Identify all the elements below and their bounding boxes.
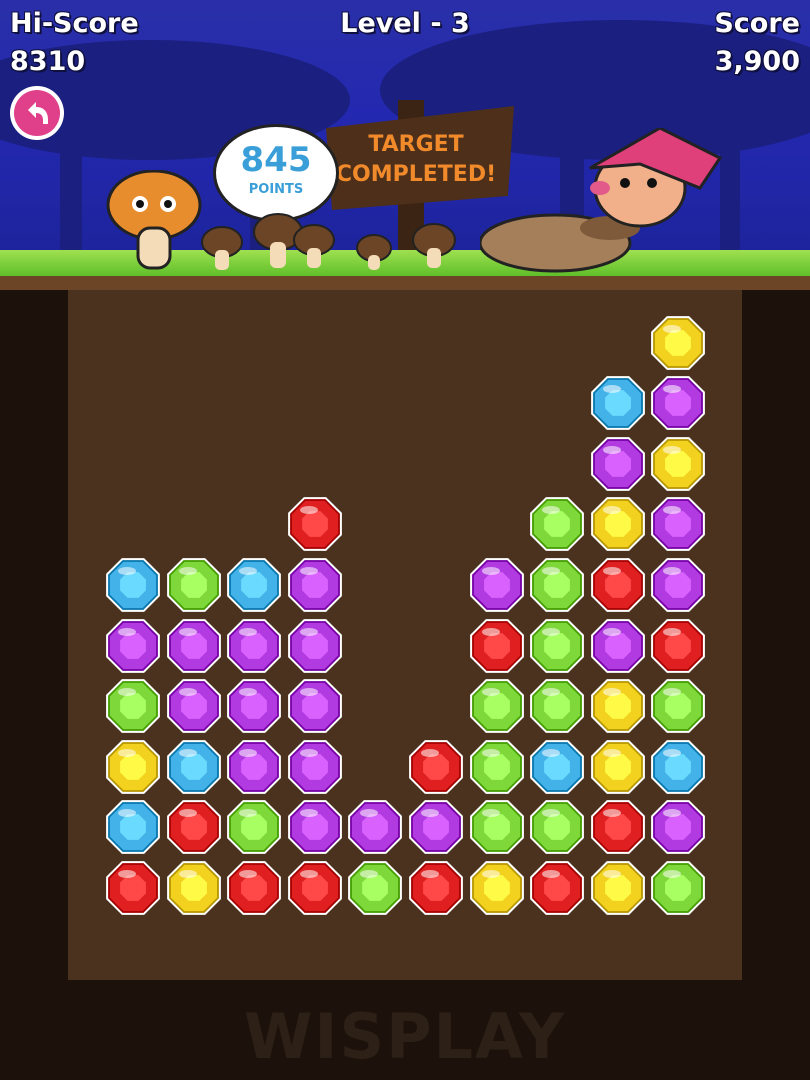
yellow-gem[interactable]	[588, 737, 648, 797]
green-gem[interactable]	[527, 797, 587, 857]
red-gem[interactable]	[648, 616, 708, 676]
purple-gem[interactable]	[285, 797, 345, 857]
red-gem[interactable]	[285, 858, 345, 918]
yellow-gem[interactable]	[103, 737, 163, 797]
purple-gem[interactable]	[648, 494, 708, 554]
red-gem[interactable]	[285, 494, 345, 554]
green-gem[interactable]	[527, 616, 587, 676]
red-gem[interactable]	[406, 858, 466, 918]
blue-gem[interactable]	[164, 737, 224, 797]
green-gem[interactable]	[224, 797, 284, 857]
purple-gem[interactable]	[648, 373, 708, 433]
yellow-gem[interactable]	[588, 494, 648, 554]
purple-gem[interactable]	[648, 555, 708, 615]
purple-gem[interactable]	[285, 616, 345, 676]
green-gem[interactable]	[527, 555, 587, 615]
green-gem[interactable]	[527, 494, 587, 554]
yellow-gem[interactable]	[648, 313, 708, 373]
red-gem[interactable]	[164, 797, 224, 857]
purple-gem[interactable]	[406, 797, 466, 857]
blue-gem[interactable]	[103, 555, 163, 615]
back-button[interactable]	[10, 86, 64, 140]
red-gem[interactable]	[527, 858, 587, 918]
red-gem[interactable]	[467, 616, 527, 676]
back-arrow-icon	[28, 102, 48, 124]
yellow-gem[interactable]	[588, 676, 648, 736]
purple-gem[interactable]	[588, 616, 648, 676]
blue-gem[interactable]	[103, 797, 163, 857]
blue-gem[interactable]	[588, 373, 648, 433]
gnome-character	[480, 128, 723, 273]
purple-gem[interactable]	[224, 616, 284, 676]
purple-gem[interactable]	[224, 737, 284, 797]
purple-gem[interactable]	[224, 676, 284, 736]
green-gem[interactable]	[467, 676, 527, 736]
purple-gem[interactable]	[164, 616, 224, 676]
green-gem[interactable]	[527, 676, 587, 736]
yellow-gem[interactable]	[164, 858, 224, 918]
green-gem[interactable]	[164, 555, 224, 615]
soil-edge	[0, 276, 810, 290]
score-label: Score	[714, 8, 800, 39]
green-gem[interactable]	[467, 797, 527, 857]
red-gem[interactable]	[588, 797, 648, 857]
purple-gem[interactable]	[467, 555, 527, 615]
red-gem[interactable]	[224, 858, 284, 918]
red-gem[interactable]	[588, 555, 648, 615]
yellow-gem[interactable]	[588, 858, 648, 918]
purple-gem[interactable]	[103, 616, 163, 676]
purple-gem[interactable]	[345, 797, 405, 857]
purple-gem[interactable]	[588, 434, 648, 494]
green-gem[interactable]	[648, 858, 708, 918]
blue-gem[interactable]	[527, 737, 587, 797]
red-gem[interactable]	[406, 737, 466, 797]
wisplay-watermark: WISPLAY	[243, 1000, 566, 1073]
purple-gem[interactable]	[285, 555, 345, 615]
yellow-gem[interactable]	[648, 434, 708, 494]
yellow-gem[interactable]	[467, 858, 527, 918]
purple-gem[interactable]	[285, 737, 345, 797]
red-gem[interactable]	[103, 858, 163, 918]
green-gem[interactable]	[345, 858, 405, 918]
mushroom-characters	[106, 170, 456, 270]
purple-gem[interactable]	[164, 676, 224, 736]
back-button-face	[14, 90, 60, 136]
blue-gem[interactable]	[224, 555, 284, 615]
blue-gem[interactable]	[648, 737, 708, 797]
purple-gem[interactable]	[648, 797, 708, 857]
score-value: 3,900	[714, 46, 800, 77]
green-gem[interactable]	[648, 676, 708, 736]
level-title: Level - 3	[340, 8, 470, 39]
green-gem[interactable]	[467, 737, 527, 797]
hiscore-value: 8310	[10, 46, 86, 77]
green-gem[interactable]	[103, 676, 163, 736]
purple-gem[interactable]	[285, 676, 345, 736]
